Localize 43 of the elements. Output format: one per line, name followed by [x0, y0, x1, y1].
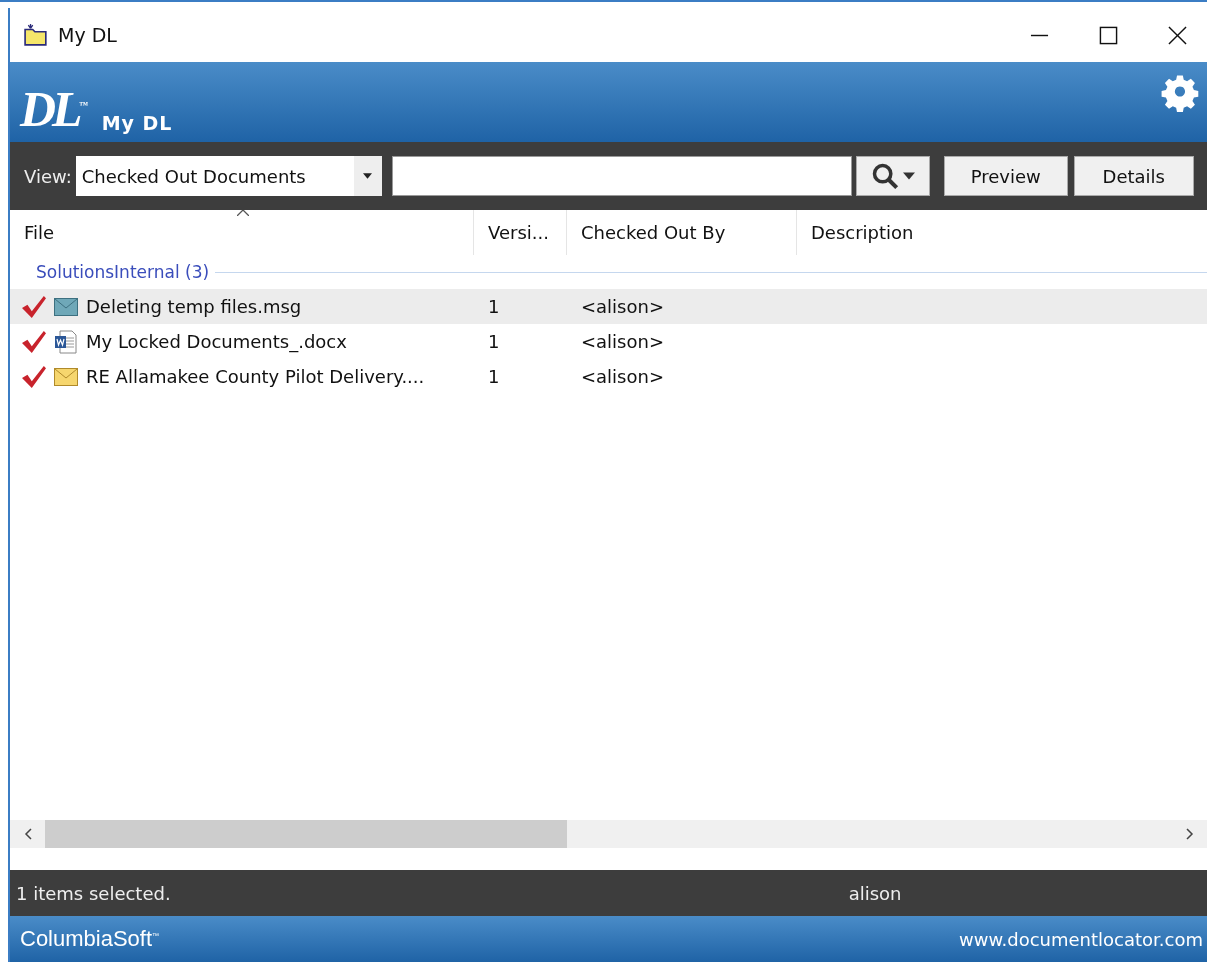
caret-icon — [902, 172, 915, 180]
group-header[interactable]: SolutionsInternal (3) — [36, 262, 210, 282]
search-button[interactable] — [855, 156, 930, 196]
window-title: My DL — [58, 24, 117, 46]
toolbar-button[interactable]: Details — [1073, 156, 1194, 196]
website-link[interactable]: www.documentlocator.com — [959, 928, 1203, 950]
version-cell: 1 — [488, 296, 500, 317]
envelope-icon — [54, 297, 78, 316]
search-field[interactable] — [391, 156, 852, 196]
version-cell: 1 — [488, 331, 500, 352]
search-icon — [870, 162, 899, 190]
table-row[interactable]: My Locked Documents_.docx 1 <alison> — [10, 324, 1207, 359]
checked-out-by-cell: <alison> — [581, 366, 664, 387]
column-header[interactable]: Description — [811, 222, 914, 243]
view-label: View: — [24, 165, 72, 187]
caret-icon — [363, 173, 373, 179]
view-dropdown[interactable]: Checked Out Documents — [75, 156, 382, 196]
folder-icon — [24, 24, 48, 46]
column-header[interactable]: Checked Out By — [581, 222, 726, 243]
checked-out-by-cell: <alison> — [581, 331, 664, 352]
file-name[interactable]: Deleting temp files.msg — [84, 289, 474, 324]
word-document-icon — [54, 329, 78, 354]
column-header[interactable]: File — [24, 222, 55, 243]
column-header[interactable]: Versi... — [488, 222, 549, 243]
checked-out-by-cell: <alison> — [581, 296, 664, 317]
header-title: My DL — [101, 112, 173, 134]
envelope-icon — [54, 367, 78, 386]
scroll-right-icon[interactable] — [1186, 828, 1194, 840]
scroll-left-icon[interactable] — [24, 828, 32, 840]
maximize-icon[interactable] — [1099, 25, 1118, 45]
settings-icon[interactable] — [1161, 74, 1199, 112]
file-name[interactable]: RE Allamakee County Pilot Delivery.... — [84, 359, 474, 394]
status-user: alison — [848, 882, 902, 904]
logo: DL$^{™}$ — [20, 84, 88, 134]
status-message: 1 items selected. — [16, 882, 171, 904]
toolbar-button[interactable]: Preview — [943, 156, 1068, 196]
close-icon[interactable] — [1168, 25, 1187, 45]
table-row[interactable]: RE Allamakee County Pilot Delivery.... 1 <alison> — [10, 359, 1207, 394]
brand-name: ColumbiaSoft$^{™}$ — [20, 926, 160, 952]
version-cell: 1 — [488, 366, 500, 387]
table-row[interactable]: Deleting temp files.msg 1 <alison> — [10, 289, 1207, 324]
file-name[interactable]: My Locked Documents_.docx — [84, 324, 474, 359]
scrollbar-thumb[interactable] — [45, 820, 567, 848]
